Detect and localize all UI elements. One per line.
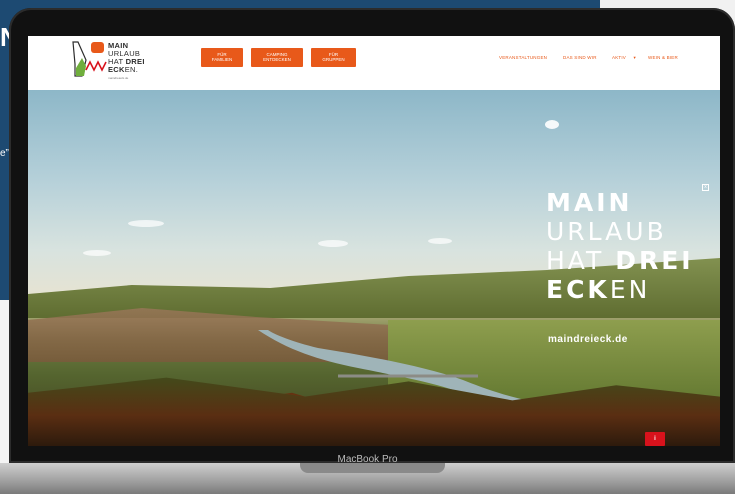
button-fuer-familien-line-2: FAMILIEN	[211, 57, 233, 62]
site-logo[interactable]: MAIN URLAUB HAT DREI ECKEN. maindreieck.…	[72, 40, 172, 86]
button-camping-entdecken-line-2: ENTDECKEN	[263, 57, 291, 62]
cloud-shape	[428, 238, 452, 244]
logo-line-4-b: EN.	[124, 65, 139, 74]
site-header: MAIN URLAUB HAT DREI ECKEN. maindreieck.…	[28, 36, 720, 90]
button-fuer-gruppen-line-2: GRUPPEN	[322, 57, 345, 62]
menu-item-wein-und-bier[interactable]: WEIN & BIER	[648, 55, 678, 60]
hero-title-line-4-a: ECK	[546, 275, 610, 304]
hero-title-line-3: HAT DREI	[546, 246, 694, 275]
hero-image: x MAIN URLAUB HAT DREI ECKEN maindreieck…	[28, 90, 720, 446]
close-icon[interactable]: x	[702, 184, 709, 191]
hero-title-line-2: URLAUB	[546, 217, 667, 246]
hero-title-line-3-b: DREI	[615, 246, 694, 275]
laptop-screen: MAIN URLAUB HAT DREI ECKEN. maindreieck.…	[28, 36, 720, 446]
logo-mark-icon	[72, 41, 107, 77]
hero-url: maindreieck.de	[548, 334, 628, 345]
button-fuer-familien[interactable]: FÜR FAMILIEN	[201, 48, 243, 67]
cloud-shape	[545, 120, 559, 129]
cloud-shape	[318, 240, 348, 247]
button-camping-entdecken[interactable]: CAMPING ENTDECKEN	[251, 48, 303, 67]
button-fuer-gruppen[interactable]: FÜR GRUPPEN	[311, 48, 356, 67]
device-label: MacBook Pro	[337, 454, 398, 465]
hero-title-line-4: ECKEN	[546, 275, 694, 304]
background-text-fragment: e”	[0, 148, 9, 159]
hero-title-line-1: MAIN	[546, 188, 633, 217]
logo-subline: maindreieck.de	[108, 76, 129, 80]
menu-item-veranstaltungen[interactable]: VERANSTALTUNGEN	[499, 55, 547, 60]
cloud-shape	[128, 220, 164, 227]
menu-item-aktiv[interactable]: AKTIV ▾	[612, 55, 636, 61]
hero-title: MAIN URLAUB HAT DREI ECKEN	[546, 188, 694, 304]
hero-title-line-3-a: HAT	[546, 246, 616, 275]
logo-line-4: ECKEN.	[108, 66, 145, 74]
menu-item-aktiv-label: AKTIV	[612, 55, 627, 60]
logo-wordmark: MAIN URLAUB HAT DREI ECKEN.	[108, 42, 145, 74]
info-icon[interactable]: i	[645, 432, 665, 446]
menu-item-das-sind-wir[interactable]: DAS SIND WIR	[563, 55, 597, 60]
chevron-down-icon: ▾	[633, 55, 636, 60]
cloud-shape	[83, 250, 111, 256]
logo-line-4-a: ECK	[108, 65, 125, 74]
hero-title-line-4-b: EN	[609, 275, 651, 304]
